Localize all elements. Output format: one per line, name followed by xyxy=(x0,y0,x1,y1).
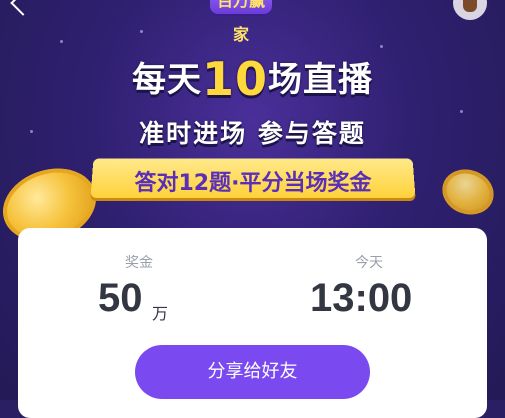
star-decoration xyxy=(60,40,63,43)
time-label: 今天 xyxy=(355,255,383,271)
banner-subheadline: 准时进场 参与答题 xyxy=(139,119,366,148)
share-button[interactable]: 分享给好友 xyxy=(135,345,370,399)
star-decoration xyxy=(380,45,383,48)
star-decoration xyxy=(140,30,143,33)
prize-amount: 50 xyxy=(98,276,143,320)
headline-prefix: 每天 xyxy=(131,60,202,100)
prize-label: 奖金 xyxy=(125,255,153,271)
prize-unit: 万 xyxy=(152,304,169,323)
headline-suffix: 场直播 xyxy=(268,60,373,100)
banner-headline: 每天10场直播 xyxy=(0,52,505,106)
start-time: 13:00 xyxy=(310,276,413,320)
star-decoration xyxy=(460,110,463,113)
rules-ribbon-text: 答对12题·平分当场奖金 xyxy=(134,171,372,196)
info-card: 奖金 今天 50 万 13:00 分享给好友 xyxy=(18,228,487,418)
avatar-icon xyxy=(463,0,477,12)
app-logo: 百万赢家 xyxy=(210,0,272,44)
headline-number: 10 xyxy=(201,52,268,106)
